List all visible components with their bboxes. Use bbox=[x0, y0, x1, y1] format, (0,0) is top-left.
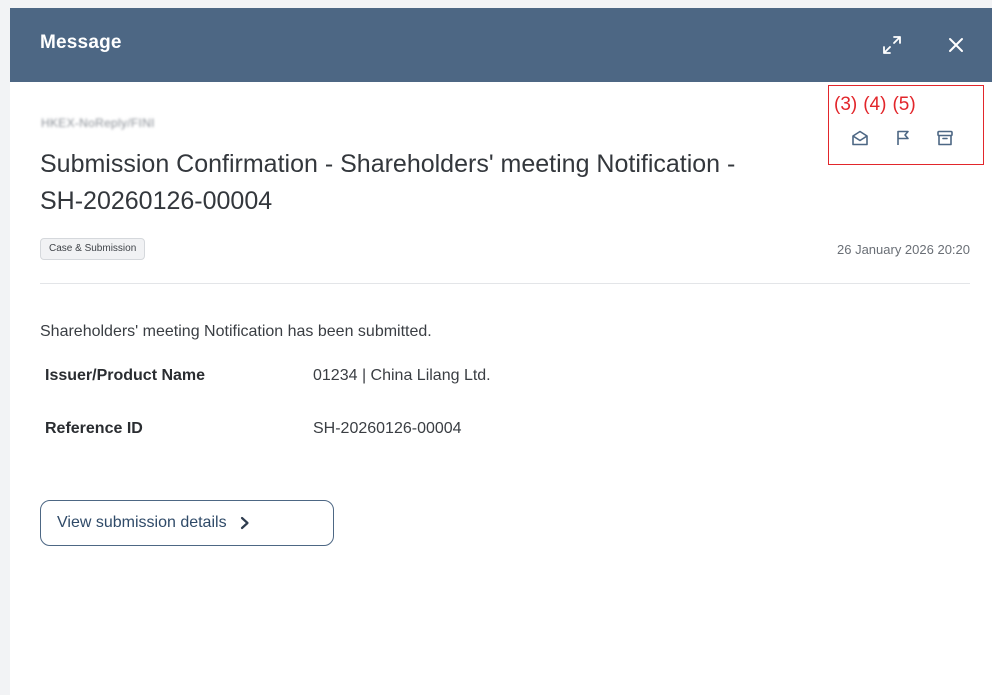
category-tag: Case & Submission bbox=[40, 238, 146, 260]
sender-name: HKEX-NoReply/FINI bbox=[41, 116, 155, 130]
chevron-right-icon bbox=[239, 516, 251, 530]
view-submission-details-button[interactable]: View submission details bbox=[40, 500, 334, 546]
expand-arrows-icon bbox=[883, 36, 901, 54]
close-button[interactable] bbox=[942, 31, 970, 59]
message-date: 26 January 2026 20:20 bbox=[837, 242, 970, 257]
message-subject: Submission Confirmation - Shareholders' … bbox=[40, 150, 736, 215]
message-panel: Message HKEX-NoReply/FINI Submission Con… bbox=[0, 0, 992, 695]
flag-button[interactable] bbox=[893, 128, 913, 148]
panel-top-edge bbox=[0, 0, 992, 8]
reference-value: SH-20260126-00004 bbox=[313, 420, 462, 437]
expand-button[interactable] bbox=[878, 31, 906, 59]
header-title: Message bbox=[40, 32, 122, 53]
message-header: Message bbox=[10, 8, 992, 82]
panel-left-edge bbox=[0, 0, 10, 695]
annotation-label-3: (3) bbox=[834, 94, 858, 115]
mark-unread-button[interactable] bbox=[850, 128, 870, 148]
annotation-label-4: (4) bbox=[863, 94, 887, 115]
flag-icon bbox=[897, 130, 909, 145]
message-body: Shareholders' meeting Notification has b… bbox=[40, 323, 432, 340]
issuer-label: Issuer/Product Name bbox=[45, 367, 206, 384]
archive-box-icon bbox=[937, 130, 953, 146]
annotation-labels: (3) (4) (5) bbox=[834, 94, 922, 116]
open-envelope-icon bbox=[852, 130, 868, 146]
issuer-value: 01234 | China Lilang Ltd. bbox=[313, 367, 491, 384]
view-button-label: View submission details bbox=[57, 514, 227, 531]
annotation-label-5: (5) bbox=[892, 94, 916, 115]
archive-button[interactable] bbox=[935, 128, 955, 148]
close-icon bbox=[949, 38, 963, 52]
reference-label: Reference ID bbox=[45, 420, 143, 437]
divider bbox=[40, 283, 970, 284]
